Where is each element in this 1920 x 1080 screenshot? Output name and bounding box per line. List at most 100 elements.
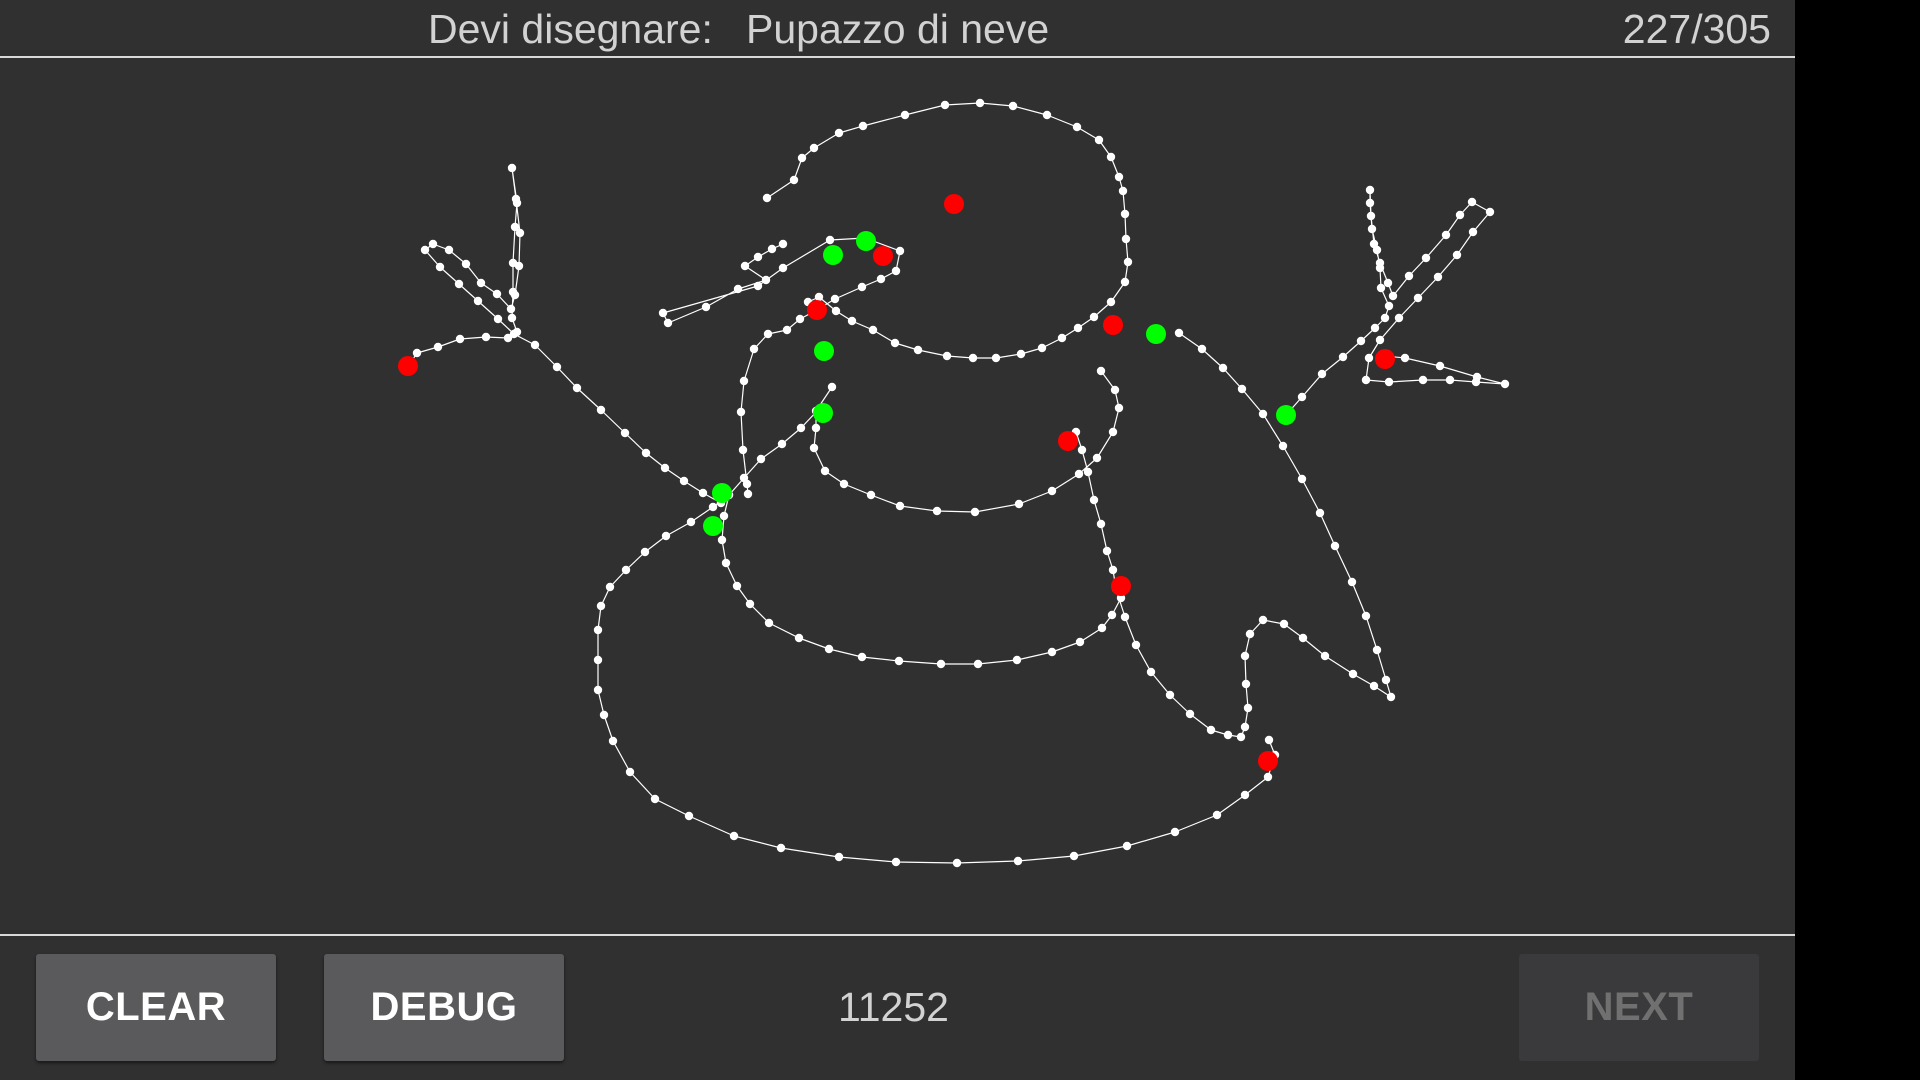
sample-point [761, 275, 771, 285]
sample-point [789, 175, 799, 185]
sample-point [796, 423, 806, 433]
sample-point [1123, 257, 1133, 267]
stroke-start-marker [856, 231, 876, 251]
sample-point [970, 507, 980, 517]
sample-point [825, 235, 835, 245]
sample-point [1089, 495, 1099, 505]
sample-point [847, 316, 857, 326]
sample-point [1348, 669, 1358, 679]
sample-point [481, 332, 491, 342]
sample-point [698, 488, 708, 498]
debug-button[interactable]: DEBUG [324, 954, 564, 1061]
sample-point [420, 245, 430, 255]
sample-point [593, 685, 603, 695]
sample-point [1197, 344, 1207, 354]
sample-point [900, 110, 910, 120]
sample-point [507, 313, 517, 323]
stroke-start-marker [813, 403, 833, 423]
sample-point [719, 511, 729, 521]
sample-point [1468, 227, 1478, 237]
sample-point [753, 281, 763, 291]
sample-point [1013, 856, 1023, 866]
sample-point [1008, 101, 1018, 111]
sample-point [1380, 313, 1390, 323]
sample-point [663, 318, 673, 328]
sample-point [1121, 234, 1131, 244]
sample-point [973, 659, 983, 669]
sample-point [1120, 209, 1130, 219]
sample-point [650, 794, 660, 804]
sketch-stroke [662, 237, 901, 495]
stroke-end-marker [398, 356, 418, 376]
sample-point [743, 489, 753, 499]
sample-point [1047, 486, 1057, 496]
clear-button[interactable]: CLEAR [36, 954, 276, 1061]
sample-point [1012, 655, 1022, 665]
prompt-word: Pupazzo di neve [746, 6, 1050, 52]
next-button[interactable]: NEXT [1519, 954, 1759, 1061]
sample-point [1388, 291, 1398, 301]
sample-point [433, 342, 443, 352]
app-window: Devi disegnare: Pupazzo di neve 227/305 … [0, 0, 1795, 1080]
sample-point [510, 290, 520, 300]
sample-point [412, 348, 422, 358]
sample-point [778, 239, 788, 249]
sample-point [1297, 392, 1307, 402]
stroke-start-marker [1276, 405, 1296, 425]
sample-point [857, 652, 867, 662]
sample-point [1315, 508, 1325, 518]
sample-point [608, 736, 618, 746]
sample-point [1383, 278, 1393, 288]
sample-point [890, 338, 900, 348]
sample-point [811, 423, 821, 433]
sample-point [891, 857, 901, 867]
stroke-start-marker [712, 483, 732, 503]
sample-point [1240, 790, 1250, 800]
sample-point [797, 153, 807, 163]
sample-point [942, 351, 952, 361]
sample-point [913, 345, 923, 355]
sample-point [740, 261, 750, 271]
sample-point [1381, 675, 1391, 685]
sample-point [1367, 224, 1377, 234]
sample-point [1097, 623, 1107, 633]
drawing-counter: 227/305 [1622, 6, 1771, 52]
sample-point [1384, 301, 1394, 311]
sample-point [891, 266, 901, 276]
sample-point [824, 644, 834, 654]
sample-point [1014, 499, 1024, 509]
stroke-end-marker [873, 246, 893, 266]
sample-point [596, 601, 606, 611]
sample-point [476, 278, 486, 288]
sample-point [701, 302, 711, 312]
sample-point [1106, 297, 1116, 307]
sample-point [932, 506, 942, 516]
sample-point [1404, 271, 1414, 281]
sample-point [493, 314, 503, 324]
sample-point [625, 767, 635, 777]
stroke-end-marker [1258, 751, 1278, 771]
sample-point [1110, 385, 1120, 395]
sample-point [515, 228, 525, 238]
sample-point [1131, 640, 1141, 650]
footer-divider [0, 934, 1795, 936]
sample-point [1330, 541, 1340, 551]
sample-point [1317, 369, 1327, 379]
stroke-end-marker [1058, 431, 1078, 451]
sample-point [660, 463, 670, 473]
sample-point [1263, 772, 1273, 782]
score-value: 11252 [838, 984, 949, 1030]
sample-point [1278, 441, 1288, 451]
drawing-canvas[interactable] [0, 58, 1795, 934]
sample-point [1445, 375, 1455, 385]
sample-point [762, 193, 772, 203]
sample-point [435, 262, 445, 272]
sample-point [1094, 135, 1104, 145]
sample-point [514, 261, 524, 271]
sample-point [895, 246, 905, 256]
sample-point [968, 353, 978, 363]
sample-point [530, 340, 540, 350]
sample-point [1241, 679, 1251, 689]
sample-point [778, 263, 788, 273]
sample-point [763, 329, 773, 339]
